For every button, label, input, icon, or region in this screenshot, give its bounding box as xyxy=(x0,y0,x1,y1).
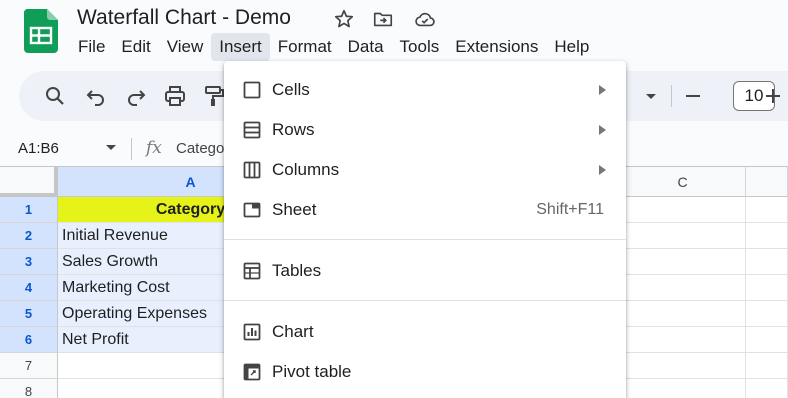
pivot-table-icon xyxy=(243,363,261,381)
insert-menu-label: Columns xyxy=(272,160,340,179)
cell-d7[interactable] xyxy=(746,353,788,379)
cell-c8[interactable] xyxy=(620,379,746,398)
submenu-arrow-icon xyxy=(599,125,606,135)
columns-icon xyxy=(243,161,261,179)
menu-bar: File Edit View Insert Format Data Tools … xyxy=(70,33,597,61)
cell-d2[interactable] xyxy=(746,223,788,249)
fx-icon: fx xyxy=(146,138,162,158)
menu-edit[interactable]: Edit xyxy=(113,33,158,61)
row-header-3[interactable]: 3 xyxy=(0,249,58,275)
menu-tools[interactable]: Tools xyxy=(392,33,448,61)
cell-c5[interactable] xyxy=(620,301,746,327)
keyboard-shortcut: Shift+F11 xyxy=(536,201,604,218)
move-to-folder-icon[interactable] xyxy=(372,8,394,30)
paint-format-icon[interactable] xyxy=(202,84,226,108)
insert-menu-item-columns[interactable]: Columns xyxy=(224,150,626,190)
row-header-7[interactable]: 7 xyxy=(0,353,58,379)
cell-d4[interactable] xyxy=(746,275,788,301)
insert-menu-label: Sheet xyxy=(272,200,317,219)
cell-d5[interactable] xyxy=(746,301,788,327)
insert-menu-item-sheet[interactable]: Sheet Shift+F11 xyxy=(224,190,626,230)
cell-d3[interactable] xyxy=(746,249,788,275)
submenu-arrow-icon xyxy=(599,165,606,175)
insert-menu-item-tables[interactable]: Tables xyxy=(224,251,626,291)
menu-file[interactable]: File xyxy=(70,33,113,61)
insert-menu-item-rows[interactable]: Rows xyxy=(224,110,626,150)
cell-c6[interactable] xyxy=(620,327,746,353)
insert-menu-item-cells[interactable]: Cells xyxy=(224,70,626,110)
tables-icon xyxy=(243,262,261,280)
undo-icon[interactable] xyxy=(84,84,108,108)
dropdown-caret-icon[interactable] xyxy=(639,84,663,108)
menu-view[interactable]: View xyxy=(159,33,212,61)
cell-c2[interactable] xyxy=(620,223,746,249)
cell-c3[interactable] xyxy=(620,249,746,275)
cell-d8[interactable] xyxy=(746,379,788,398)
menu-format[interactable]: Format xyxy=(270,33,340,61)
insert-menu-label: Cells xyxy=(272,80,310,99)
menu-divider xyxy=(224,300,626,301)
name-box-caret-icon[interactable] xyxy=(106,145,116,150)
menu-extensions[interactable]: Extensions xyxy=(447,33,546,61)
sheet-icon xyxy=(243,202,261,218)
insert-menu-label: Tables xyxy=(272,261,322,280)
print-icon[interactable] xyxy=(163,84,187,108)
row-header-1[interactable]: 1 xyxy=(0,197,58,223)
menu-divider xyxy=(224,239,626,240)
menu-insert[interactable]: Insert xyxy=(211,33,270,61)
cells-icon xyxy=(243,81,261,99)
cell-d1[interactable] xyxy=(746,197,788,223)
column-header-c[interactable]: C xyxy=(620,167,746,197)
insert-menu-label: Pivot table xyxy=(272,362,352,381)
row-header-5[interactable]: 5 xyxy=(0,301,58,327)
document-title[interactable]: Waterfall Chart - Demo xyxy=(77,6,291,30)
cell-d6[interactable] xyxy=(746,327,788,353)
cell-c7[interactable] xyxy=(620,353,746,379)
submenu-arrow-icon xyxy=(599,85,606,95)
menu-help[interactable]: Help xyxy=(546,33,597,61)
spreadsheet-app: Waterfall Chart - Demo File Edit View In… xyxy=(0,0,788,398)
row-header-4[interactable]: 4 xyxy=(0,275,58,301)
plus-icon[interactable] xyxy=(761,84,785,108)
insert-menu-item-chart[interactable]: Chart xyxy=(224,312,626,352)
insert-menu-item-pivot-table[interactable]: Pivot table xyxy=(224,352,626,392)
insert-menu-label: Chart xyxy=(272,322,314,341)
cloud-saved-icon[interactable] xyxy=(414,8,436,30)
select-all-corner[interactable] xyxy=(0,167,58,197)
insert-menu-label: Rows xyxy=(272,120,315,139)
sheets-logo-icon[interactable] xyxy=(24,9,58,53)
formula-bar-divider xyxy=(131,138,132,160)
insert-menu-dropdown: Cells Rows Columns Sheet Shift+F11 Table… xyxy=(224,61,626,398)
chart-icon xyxy=(243,323,261,341)
column-header-d[interactable] xyxy=(746,167,788,197)
minus-icon[interactable] xyxy=(681,84,705,108)
row-header-6[interactable]: 6 xyxy=(0,327,58,353)
star-icon[interactable] xyxy=(333,8,355,30)
menu-data[interactable]: Data xyxy=(340,33,392,61)
row-header-8[interactable]: 8 xyxy=(0,379,58,398)
search-icon[interactable] xyxy=(43,84,67,108)
redo-icon[interactable] xyxy=(124,84,148,108)
toolbar-divider xyxy=(671,85,672,107)
formula-input[interactable]: Catego xyxy=(176,140,224,157)
row-header-2[interactable]: 2 xyxy=(0,223,58,249)
cell-c1[interactable] xyxy=(620,197,746,223)
cell-c4[interactable] xyxy=(620,275,746,301)
rows-icon xyxy=(243,121,261,139)
